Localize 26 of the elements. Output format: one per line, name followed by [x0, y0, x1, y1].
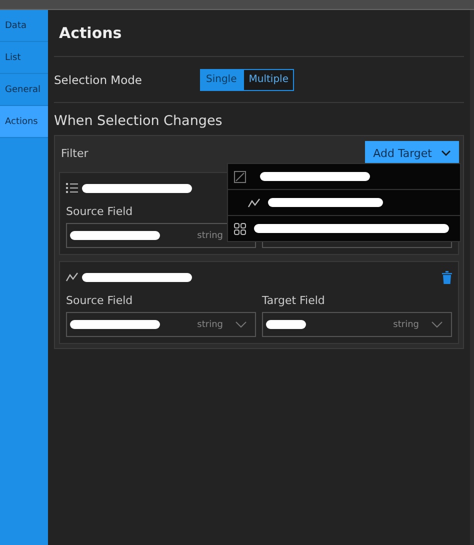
- field-type: string: [197, 230, 223, 240]
- sidebar-tab[interactable]: Actions: [0, 106, 48, 138]
- field-type: string: [393, 320, 419, 330]
- dropdown-icon: [431, 321, 443, 328]
- field-select[interactable]: string: [66, 312, 256, 337]
- line-chart-icon: [66, 272, 78, 282]
- redaction-mark: [266, 320, 306, 329]
- trash-icon[interactable]: [442, 270, 452, 284]
- field-label: Selection Mode: [54, 72, 143, 86]
- list-icon: [66, 183, 78, 193]
- field-label: Source Field: [66, 294, 134, 308]
- field-select[interactable]: string: [66, 223, 256, 248]
- field-label: Target Field: [262, 294, 326, 308]
- panel-title: Actions: [59, 24, 122, 42]
- field-label: Source Field: [66, 205, 134, 219]
- caret-icon: [441, 150, 451, 156]
- grid-icon: [234, 222, 246, 234]
- line-chart-icon: [248, 198, 260, 208]
- field-type: string: [197, 320, 223, 330]
- mode-toggle[interactable]: Single: [200, 68, 243, 90]
- section-heading: When Selection Changes: [54, 112, 224, 131]
- add-target-button[interactable]: Add Target: [365, 141, 459, 165]
- mode-toggle[interactable]: Multiple: [242, 68, 294, 90]
- field-select[interactable]: string: [262, 312, 452, 337]
- map-icon: [234, 170, 246, 182]
- filter-label: Filter: [60, 146, 88, 160]
